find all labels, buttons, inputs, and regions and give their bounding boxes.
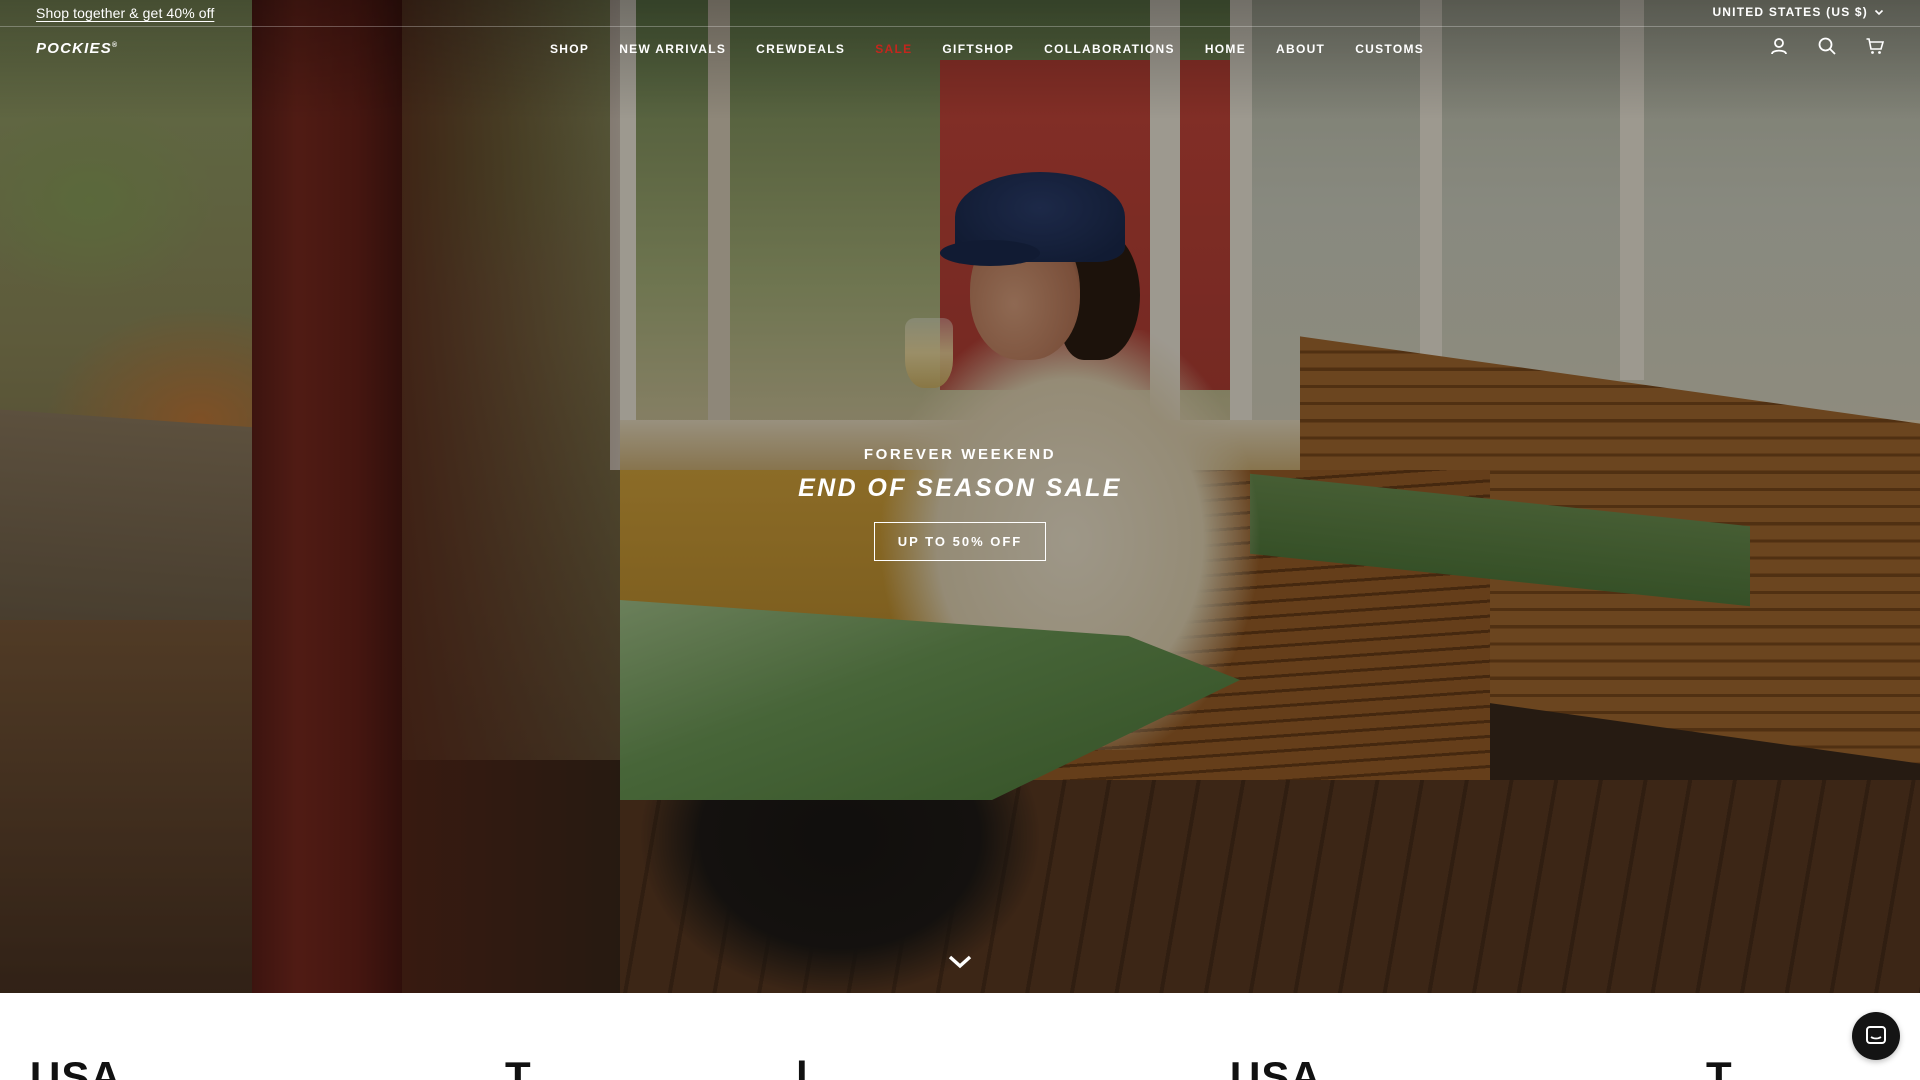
main-nav: SHOP NEW ARRIVALS CREWDEALS SALE GIFTSHO… — [550, 42, 1454, 56]
hero-title: END OF SEASON SALE — [798, 474, 1122, 502]
hero-kicker: FOREVER WEEKEND — [863, 446, 1057, 463]
account-icon[interactable] — [1768, 35, 1790, 57]
nav-item-new-arrivals[interactable]: NEW ARRIVALS — [619, 42, 726, 56]
logo-text: POCKIES — [36, 40, 112, 57]
search-icon[interactable] — [1816, 35, 1838, 57]
logo-mark: ® — [111, 42, 119, 49]
announcement-link[interactable]: Shop together & get 40% off — [36, 5, 214, 21]
marquee-strip: USA T l USA T — [0, 993, 1920, 1080]
nav-item-customs[interactable]: CUSTOMS — [1355, 42, 1424, 56]
nav-item-about[interactable]: ABOUT — [1276, 42, 1325, 56]
hero-banner[interactable]: Shop together & get 40% off UNITED STATE… — [0, 0, 1920, 993]
nav-item-home[interactable]: HOME — [1205, 42, 1246, 56]
chevron-down-icon[interactable] — [946, 950, 974, 974]
chat-button[interactable] — [1852, 1012, 1900, 1060]
nav-item-giftshop[interactable]: GIFTSHOP — [942, 42, 1014, 56]
hero-cta-button[interactable]: UP TO 50% OFF — [874, 522, 1046, 561]
marquee-item: l — [796, 1053, 809, 1080]
marquee-item: T — [505, 1053, 532, 1080]
chevron-down-icon — [1874, 9, 1884, 16]
site-header: POCKIES® SHOP NEW ARRIVALS CREWDEALS SAL… — [0, 27, 1920, 71]
nav-item-sale[interactable]: SALE — [875, 42, 912, 56]
currency-label: UNITED STATES (US $) — [1712, 5, 1868, 19]
nav-item-collaborations[interactable]: COLLABORATIONS — [1044, 42, 1175, 56]
currency-selector[interactable]: UNITED STATES (US $) — [1712, 5, 1884, 19]
hero-content: FOREVER WEEKEND END OF SEASON SALE UP TO… — [0, 446, 1920, 561]
header-icons — [1768, 35, 1886, 57]
chat-icon — [1866, 1026, 1886, 1044]
cart-icon[interactable] — [1864, 35, 1886, 57]
marquee-item: USA — [30, 1053, 122, 1080]
marquee-item: USA — [1230, 1053, 1322, 1080]
nav-item-shop[interactable]: SHOP — [550, 42, 589, 56]
nav-item-crewdeals[interactable]: CREWDEALS — [756, 42, 845, 56]
announcement-bar: Shop together & get 40% off UNITED STATE… — [0, 0, 1920, 27]
logo[interactable]: POCKIES® — [36, 40, 118, 57]
marquee-item: T — [1706, 1053, 1733, 1080]
